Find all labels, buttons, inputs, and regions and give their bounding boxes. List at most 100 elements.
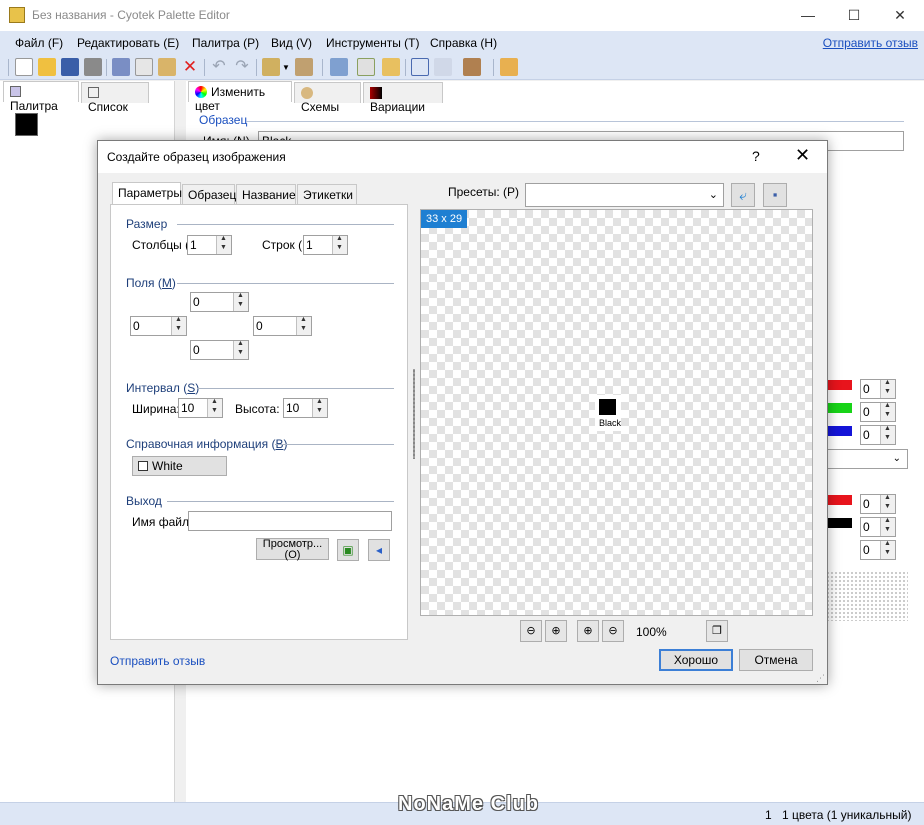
zoom-out-icon[interactable]: ⊖ (520, 620, 542, 642)
spinner-value: 0 (863, 428, 870, 442)
add-color-icon[interactable] (357, 58, 375, 76)
lightness-value-spinner[interactable]: 0 (860, 540, 896, 560)
save-preset-icon[interactable]: ▪ (763, 183, 787, 207)
list-icon (88, 87, 99, 98)
feedback-link[interactable]: Отправить отзыв (823, 36, 918, 50)
tab-palette[interactable]: Палитра (3, 81, 79, 113)
filename-field[interactable] (188, 511, 392, 531)
hue-value-spinner[interactable]: 0 (860, 494, 896, 514)
zoom-fit-icon[interactable]: ⊕ (577, 620, 599, 642)
copy-icon[interactable] (135, 58, 153, 76)
delete-icon[interactable]: ✕ (181, 58, 199, 76)
image-icon[interactable] (330, 58, 348, 76)
menu-edit[interactable]: Редактировать (E) (77, 36, 179, 50)
dropdown-arrow-icon[interactable]: ▼ (282, 63, 290, 72)
watermark: NoNaMe Club (398, 793, 539, 815)
back-arrow-icon[interactable]: ◂ (368, 539, 390, 561)
splitter-grip[interactable] (413, 369, 415, 459)
paste-icon[interactable] (158, 58, 176, 76)
open-folder-icon[interactable] (38, 58, 56, 76)
zoom-in-icon[interactable]: ⊕ (545, 620, 567, 642)
resize-grip[interactable]: ⋰ (816, 673, 825, 684)
presets-label: Пресеты: (P) (448, 185, 520, 199)
close-button[interactable]: ✕ (877, 0, 923, 31)
color-model-dropdown[interactable]: ⌄ (826, 449, 908, 469)
spacing-width-spinner[interactable]: 10 (178, 398, 223, 418)
tab-schemes[interactable]: Схемы (294, 82, 361, 114)
menu-palette[interactable]: Палитра (P) (192, 36, 259, 50)
cancel-button[interactable]: Отмена (739, 649, 813, 671)
spinner-value: 0 (863, 543, 870, 557)
tab-sample[interactable]: Образец (182, 184, 236, 205)
spinner-value: 0 (193, 343, 200, 357)
rows-spinner[interactable]: 1 (303, 235, 348, 255)
reference-color-name: White (152, 459, 183, 473)
cut-icon[interactable] (112, 58, 130, 76)
reference-color-button[interactable]: White (132, 456, 227, 476)
dialog-feedback-link[interactable]: Отправить отзыв (110, 654, 205, 668)
preview-button[interactable]: Просмотр... (O) (256, 538, 329, 561)
swatch-image-icon[interactable] (463, 58, 481, 76)
palette-grid-icon (10, 86, 21, 97)
copy-image-icon[interactable]: ❐ (706, 620, 728, 642)
select-area-icon[interactable] (411, 58, 429, 76)
spacing-height-spinner[interactable]: 10 (283, 398, 328, 418)
tab-title[interactable]: Название (236, 184, 296, 205)
menu-view[interactable]: Вид (V) (271, 36, 312, 50)
saturation-value-spinner[interactable]: 0 (860, 517, 896, 537)
section-divider (275, 444, 394, 445)
margin-right-spinner[interactable]: 0 (253, 316, 312, 336)
spinner-value: 10 (181, 401, 195, 415)
minimize-button[interactable]: — (785, 0, 831, 31)
app-icon (9, 7, 25, 23)
edit-color-icon[interactable] (382, 58, 400, 76)
maximize-button[interactable]: ☐ (831, 0, 877, 31)
new-file-icon[interactable] (15, 58, 33, 76)
dialog-close-button[interactable]: ✕ (795, 145, 810, 166)
presets-dropdown[interactable]: ⌄ (525, 183, 724, 207)
columns-label: Столбцы ( (132, 238, 190, 252)
red-channel-bar (826, 380, 852, 390)
margin-bottom-spinner[interactable]: 0 (190, 340, 249, 360)
tab-variations-label: Вариации (370, 100, 426, 114)
sort-icon[interactable] (262, 58, 280, 76)
tab-labels[interactable]: Этикетки (297, 184, 357, 205)
load-preset-icon[interactable]: ⤶ (731, 183, 755, 207)
menu-help[interactable]: Справка (H) (430, 36, 497, 50)
tab-variations[interactable]: Вариации (363, 82, 443, 114)
columns-spinner[interactable]: 1 (187, 235, 232, 255)
print-icon[interactable] (84, 58, 102, 76)
find-color-icon[interactable] (295, 58, 313, 76)
green-value-spinner[interactable]: 0 (860, 402, 896, 422)
hue-channel-bar (826, 495, 852, 505)
menu-tools[interactable]: Инструменты (T) (326, 36, 419, 50)
open-folder-icon[interactable]: ▣ (337, 539, 359, 561)
undo-icon[interactable]: ↶ (210, 58, 228, 76)
margin-left-spinner[interactable]: 0 (130, 316, 187, 336)
blue-value-spinner[interactable]: 0 (860, 425, 896, 445)
status-count: 1 (765, 808, 772, 822)
tab-parameters[interactable]: Параметры (112, 182, 182, 205)
screen-picker-icon[interactable] (434, 58, 452, 76)
red-value-spinner[interactable]: 0 (860, 379, 896, 399)
section-divider (197, 388, 394, 389)
export-icon[interactable] (500, 58, 518, 76)
spacing-title-text: Интервал (126, 381, 180, 395)
help-button[interactable]: ? (752, 148, 760, 164)
preview-swatch (599, 399, 616, 415)
green-channel-bar (826, 403, 852, 413)
preview-swatch-label: Black (599, 418, 622, 428)
tab-edit-color[interactable]: Изменить цвет (188, 81, 292, 113)
variations-icon (370, 87, 382, 99)
palette-color-swatch[interactable] (15, 113, 38, 136)
tab-list[interactable]: Список (81, 82, 149, 114)
redo-icon[interactable]: ↷ (233, 58, 251, 76)
toolbar-separator (106, 59, 107, 76)
ok-button[interactable]: Хорошо (659, 649, 733, 671)
menu-file[interactable]: Файл (F) (15, 36, 63, 50)
zoom-actual-icon[interactable]: ⊖ (602, 620, 624, 642)
margin-top-spinner[interactable]: 0 (190, 292, 249, 312)
toolbar: ✕ ↶ ↷ ▼ (0, 55, 924, 80)
spacing-height-label: Высота: (235, 402, 280, 416)
save-icon[interactable] (61, 58, 79, 76)
